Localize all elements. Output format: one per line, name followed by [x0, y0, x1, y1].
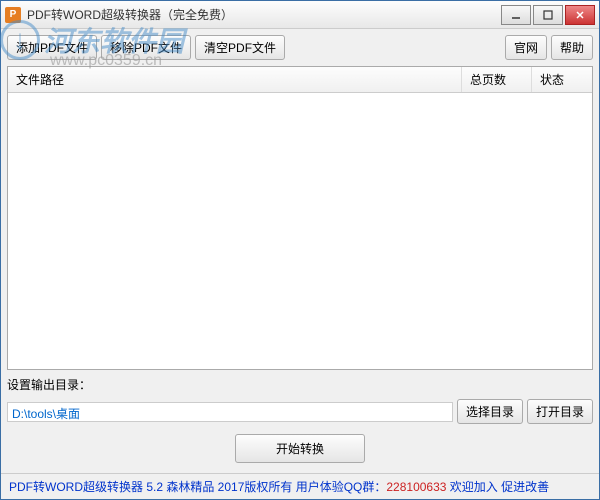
titlebar: P PDF转WORD超级转换器（完全免费） [1, 1, 599, 29]
add-pdf-button[interactable]: 添加PDF文件 [7, 35, 97, 60]
column-path[interactable]: 文件路径 [8, 67, 462, 92]
output-label: 设置输出目录： [7, 376, 91, 393]
start-convert-button[interactable]: 开始转换 [235, 434, 365, 463]
window-title: PDF转WORD超级转换器（完全免费） [27, 6, 501, 23]
toolbar-right: 官网 帮助 [505, 35, 593, 60]
column-status[interactable]: 状态 [532, 67, 592, 92]
table-body[interactable] [8, 93, 592, 369]
select-dir-button[interactable]: 选择目录 [457, 399, 523, 424]
window-controls [501, 5, 595, 25]
qq-group: 228100633 [386, 480, 446, 494]
output-path[interactable]: D:\tools\桌面 [7, 402, 453, 422]
open-dir-button[interactable]: 打开目录 [527, 399, 593, 424]
toolbar-left: 添加PDF文件 移除PDF文件 清空PDF文件 [7, 35, 285, 60]
status-text-suffix: 欢迎加入 促进改善 [446, 480, 549, 494]
minimize-button[interactable] [501, 5, 531, 25]
content-area: 添加PDF文件 移除PDF文件 清空PDF文件 官网 帮助 文件路径 总页数 状… [1, 29, 599, 473]
toolbar: 添加PDF文件 移除PDF文件 清空PDF文件 官网 帮助 [7, 35, 593, 60]
status-text-prefix: PDF转WORD超级转换器 5.2 森林精品 2017版权所有 用户体验QQ群： [9, 480, 386, 494]
maximize-icon [543, 10, 553, 20]
convert-row: 开始转换 [7, 430, 593, 467]
maximize-button[interactable] [533, 5, 563, 25]
app-window: P PDF转WORD超级转换器（完全免费） 添加PDF文件 移除PDF文件 清空… [0, 0, 600, 500]
column-pages[interactable]: 总页数 [462, 67, 532, 92]
remove-pdf-button[interactable]: 移除PDF文件 [101, 35, 191, 60]
output-label-row: 设置输出目录： [7, 376, 593, 393]
help-button[interactable]: 帮助 [551, 35, 593, 60]
close-button[interactable] [565, 5, 595, 25]
minimize-icon [511, 10, 521, 20]
file-table: 文件路径 总页数 状态 [7, 66, 593, 370]
close-icon [575, 10, 585, 20]
app-icon: P [5, 7, 21, 23]
statusbar: PDF转WORD超级转换器 5.2 森林精品 2017版权所有 用户体验QQ群：… [1, 473, 599, 499]
output-path-row: D:\tools\桌面 选择目录 打开目录 [7, 399, 593, 424]
clear-pdf-button[interactable]: 清空PDF文件 [195, 35, 285, 60]
table-header: 文件路径 总页数 状态 [8, 67, 592, 93]
website-button[interactable]: 官网 [505, 35, 547, 60]
